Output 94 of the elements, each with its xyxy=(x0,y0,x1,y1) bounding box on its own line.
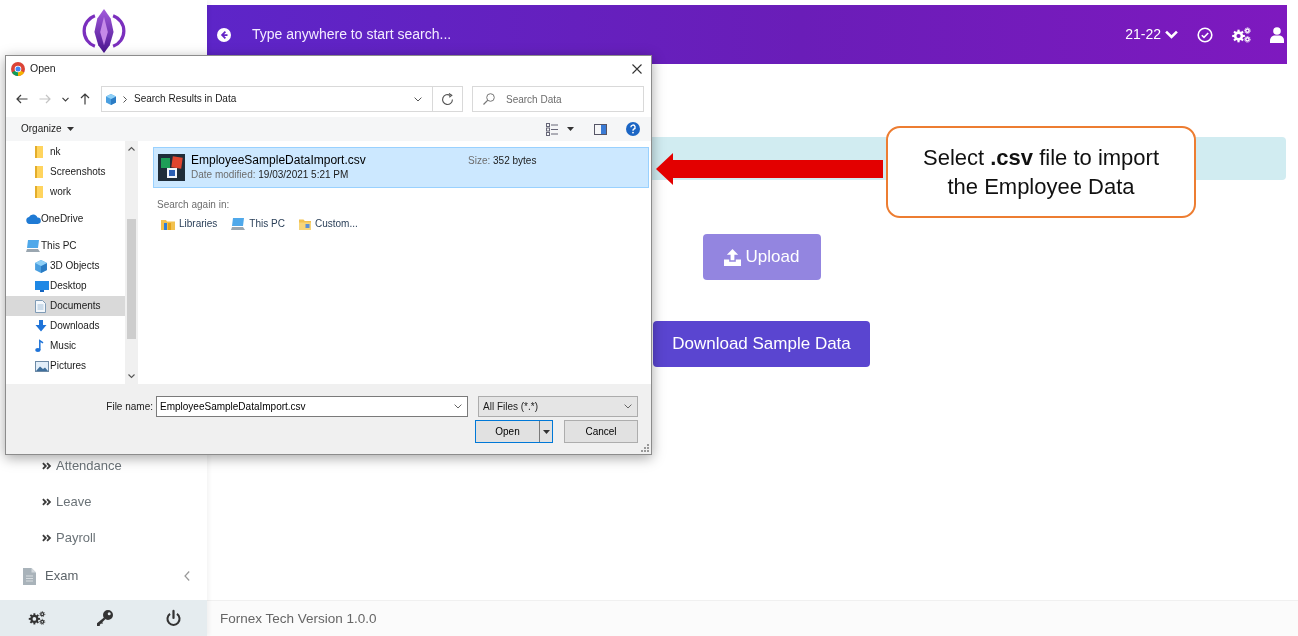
folder-icon xyxy=(35,146,43,158)
document-icon xyxy=(23,567,36,585)
location-link[interactable]: Custom... xyxy=(298,218,358,230)
nav-item[interactable]: Documents xyxy=(6,296,125,316)
monitor-icon xyxy=(35,280,49,292)
document-icon xyxy=(35,299,46,313)
scrollbar-thumb[interactable] xyxy=(127,219,136,339)
up-arrow-icon[interactable] xyxy=(80,93,90,105)
caret-down-icon[interactable] xyxy=(567,127,574,131)
back-arrow-icon[interactable] xyxy=(16,94,28,104)
double-chevron-icon xyxy=(42,534,51,542)
chevron-down-icon[interactable] xyxy=(62,96,69,102)
nav-item[interactable]: nk xyxy=(6,142,125,162)
menu-item[interactable]: Exam xyxy=(0,556,207,596)
nav-item[interactable]: Screenshots xyxy=(6,162,125,182)
close-icon[interactable] xyxy=(632,63,642,74)
menu-item[interactable]: Attendance xyxy=(0,448,207,484)
search-field[interactable]: Search Data xyxy=(472,86,644,112)
chevron-down-icon xyxy=(624,404,632,409)
settings-icon[interactable] xyxy=(27,611,47,625)
help-icon[interactable] xyxy=(626,122,640,136)
preview-pane-icon[interactable] xyxy=(594,123,607,135)
scrollbar[interactable] xyxy=(125,141,138,384)
folder-icon xyxy=(35,186,43,198)
resize-grip-icon[interactable] xyxy=(641,444,649,452)
list-view-icon[interactable] xyxy=(546,122,558,136)
round-logo-icon xyxy=(11,61,25,76)
nav-item[interactable]: Music xyxy=(6,336,125,356)
organize-button[interactable]: Organize xyxy=(21,123,74,135)
callout: Select .csv file to import the Employee Data xyxy=(886,126,1196,218)
nav-item[interactable]: work xyxy=(6,182,125,202)
chevron-down-icon xyxy=(1165,30,1178,39)
nav-item[interactable]: This PC xyxy=(6,236,125,256)
file-name-field[interactable]: EmployeeSampleDataImport.csv xyxy=(156,396,468,417)
computer-icon xyxy=(26,240,40,252)
date-label: Date modified: xyxy=(191,169,256,180)
double-chevron-icon xyxy=(42,498,51,506)
download-icon xyxy=(35,320,47,332)
chevron-left-icon[interactable] xyxy=(184,571,190,581)
settings-icon[interactable] xyxy=(1232,26,1251,43)
dialog-title: Open xyxy=(30,62,56,75)
size-value: 352 bytes xyxy=(493,155,537,166)
caret-down-icon[interactable] xyxy=(542,429,550,434)
size-label: Size: xyxy=(468,155,491,166)
caret-down-icon xyxy=(66,127,74,131)
file-name: EmployeeSampleDataImport.csv xyxy=(191,153,366,168)
key-icon[interactable] xyxy=(97,610,113,626)
location-link[interactable]: This PC xyxy=(231,218,285,230)
back-icon[interactable] xyxy=(217,27,231,42)
search-icon xyxy=(483,93,495,105)
date-value: 19/03/2021 5:21 PM xyxy=(258,169,349,180)
chevron-down-icon[interactable] xyxy=(414,96,422,102)
refresh-icon xyxy=(441,92,454,106)
nav-item[interactable]: OneDrive xyxy=(6,209,125,229)
download-button[interactable]: Download Sample Data xyxy=(653,321,870,367)
search-again-label: Search again in: xyxy=(157,199,230,211)
address-path: Search Results in Data xyxy=(134,93,237,105)
music-note-icon xyxy=(35,340,44,352)
file-type-icon xyxy=(158,154,185,181)
picture-icon xyxy=(35,360,49,372)
nav-item[interactable]: Desktop xyxy=(6,276,125,296)
cube-icon xyxy=(35,259,47,273)
chevron-right-icon[interactable] xyxy=(123,95,127,103)
cube-icon xyxy=(106,93,116,105)
logo-icon xyxy=(81,8,126,54)
file-type-select[interactable]: All Files (*.*) xyxy=(478,396,638,417)
refresh-button[interactable] xyxy=(433,86,463,112)
address-bar[interactable]: Search Results in Data xyxy=(101,86,433,112)
menu-item[interactable]: Payroll xyxy=(0,520,207,556)
folder-icon xyxy=(298,218,311,230)
check-circle-icon[interactable] xyxy=(1197,26,1213,43)
chevron-down-icon[interactable] xyxy=(454,404,462,409)
nav-item[interactable]: 3D Objects xyxy=(6,256,125,276)
open-button[interactable]: Open xyxy=(475,420,553,443)
cloud-icon xyxy=(26,214,41,224)
libraries-icon xyxy=(161,218,175,230)
version-text: Fornex Tech Version 1.0.0 xyxy=(220,609,377,628)
upload-icon xyxy=(723,248,741,266)
user-icon[interactable] xyxy=(1270,26,1284,43)
computer-icon xyxy=(231,218,246,230)
search-field[interactable]: Type anywhere to start search... xyxy=(252,25,502,44)
nav-item[interactable]: Downloads xyxy=(6,316,125,336)
scroll-down-icon[interactable] xyxy=(128,374,135,378)
folder-icon xyxy=(35,166,43,178)
menu-item[interactable]: Leave xyxy=(0,484,207,520)
cancel-button[interactable]: Cancel xyxy=(564,420,638,443)
file-name-label: File name: xyxy=(106,400,153,413)
location-link[interactable]: Libraries xyxy=(161,218,218,230)
session-dropdown[interactable]: 21-22 xyxy=(1125,25,1178,44)
nav-item[interactable]: Pictures xyxy=(6,356,125,376)
scroll-up-icon[interactable] xyxy=(128,147,135,151)
double-chevron-icon xyxy=(42,462,51,470)
power-icon[interactable] xyxy=(165,610,181,626)
file-result[interactable]: EmployeeSampleDataImport.csv Date modified: 19/03/2021 5:21 PM Size: 352 bytes xyxy=(153,147,649,188)
